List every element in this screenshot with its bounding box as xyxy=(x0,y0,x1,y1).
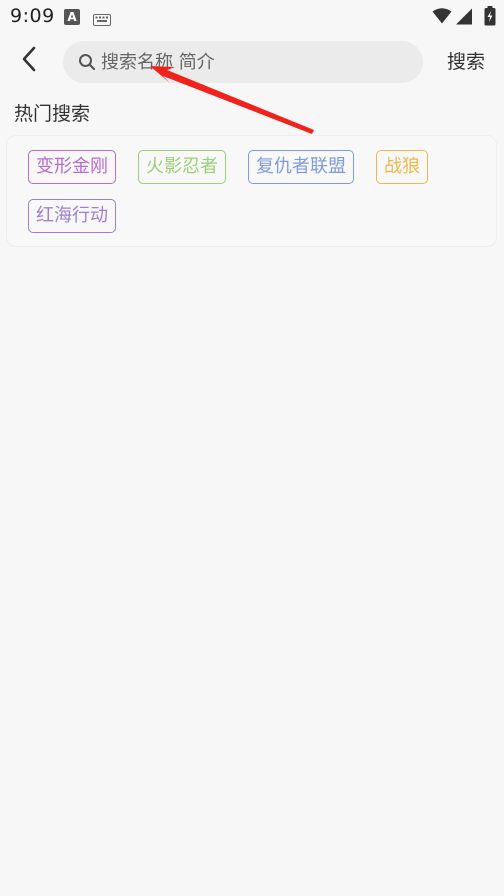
hot-tag-wolf-warrior[interactable]: 战狼 xyxy=(376,150,428,184)
search-input[interactable] xyxy=(101,42,401,82)
hot-tag-avengers[interactable]: 复仇者联盟 xyxy=(248,150,354,184)
hot-search-title: 热门搜索 xyxy=(14,103,91,125)
hot-tag-operation-red-sea[interactable]: 红海行动 xyxy=(28,199,116,233)
status-time: 9:09 xyxy=(10,5,55,27)
hot-search-tags: 变形金刚 火影忍者 复仇者联盟 战狼 红海行动 xyxy=(28,150,488,233)
back-button[interactable] xyxy=(12,44,46,78)
search-button[interactable]: 搜索 xyxy=(438,47,494,77)
chevron-left-icon xyxy=(21,46,37,76)
hot-tag-transformers[interactable]: 变形金刚 xyxy=(28,150,116,184)
signal-icon xyxy=(455,8,473,29)
status-bar: 9:09 A xyxy=(0,0,504,34)
hot-search-panel: 变形金刚 火影忍者 复仇者联盟 战狼 红海行动 xyxy=(6,135,497,247)
keyboard-icon xyxy=(93,11,111,30)
a-notification-icon: A xyxy=(64,9,80,25)
battery-icon xyxy=(484,6,496,30)
search-box[interactable] xyxy=(63,41,423,83)
search-icon xyxy=(77,52,97,72)
hot-tag-naruto[interactable]: 火影忍者 xyxy=(138,150,226,184)
wifi-icon xyxy=(432,8,452,28)
